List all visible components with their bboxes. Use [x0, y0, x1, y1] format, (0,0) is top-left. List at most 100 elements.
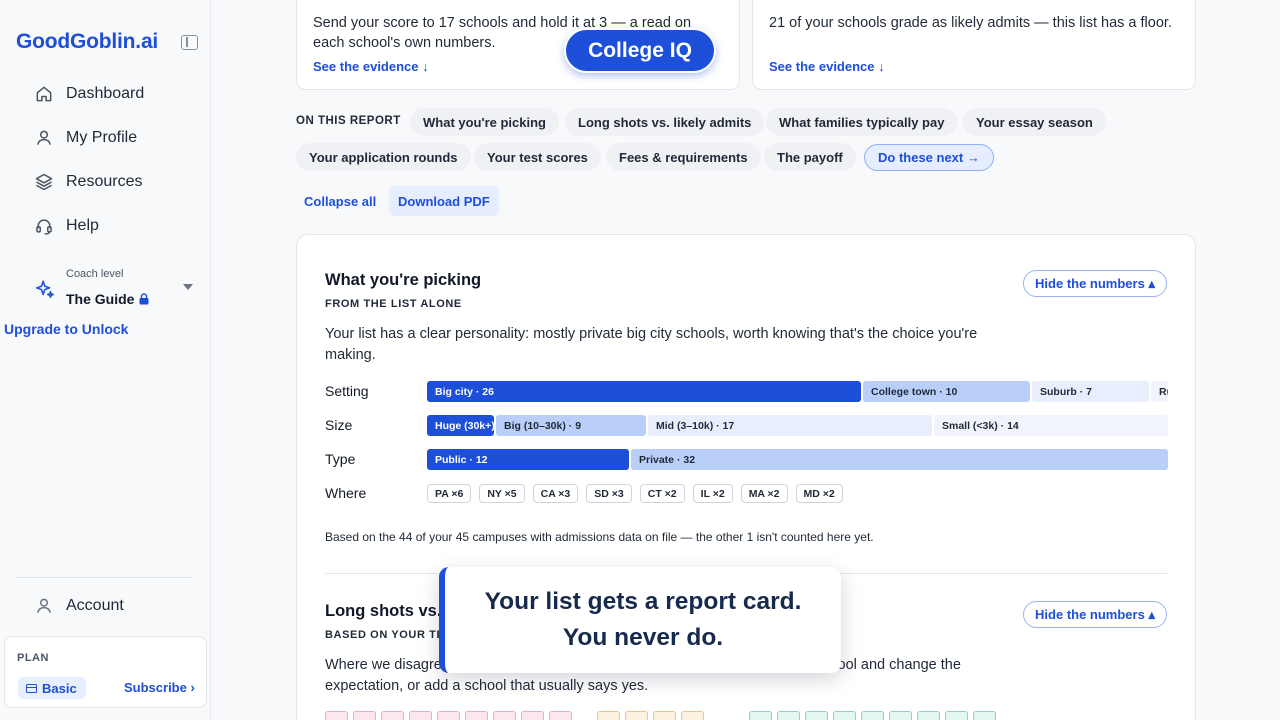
school-marker: [625, 711, 648, 720]
school-marker: [465, 711, 488, 720]
report-chip[interactable]: The payoff: [764, 143, 856, 171]
bar-segment: Public · 12: [427, 449, 629, 470]
school-marker: [597, 711, 620, 720]
row-label-where: Where: [325, 485, 367, 501]
state-tag: CT ×2: [639, 484, 685, 503]
bar-segment: College town · 10: [863, 381, 1030, 402]
plan-tier-label: Basic: [42, 680, 77, 696]
home-icon: [36, 86, 52, 102]
sidebar-toggle-icon[interactable]: [181, 35, 198, 50]
promo-overlay-card: Your list gets a report card. You never …: [439, 567, 841, 673]
upgrade-link[interactable]: Upgrade to Unlock: [4, 321, 128, 337]
bar-segment: Small (<3k) · 14: [934, 415, 1168, 436]
section-subtitle: FROM THE LIST ALONE: [325, 298, 462, 310]
row-label-size: Size: [325, 417, 353, 433]
school-marker: [325, 711, 348, 720]
hide-numbers-button[interactable]: Hide the numbers ▴: [1023, 270, 1167, 297]
school-marker: [805, 711, 828, 720]
coach-level-selector[interactable]: Coach level The Guide: [34, 266, 199, 312]
bar-segment: Suburb · 7: [1032, 381, 1149, 402]
school-marker: [493, 711, 516, 720]
plan-card: PLAN Basic Subscribe ›: [4, 636, 207, 708]
chevron-down-icon: [183, 284, 193, 290]
report-chip[interactable]: What families typically pay: [766, 108, 958, 136]
size-bar: Huge (30k+) · 4Big (10–30k) · 9Mid (3–10…: [427, 415, 1168, 436]
state-tag: CA ×3: [532, 484, 579, 503]
school-marker: [777, 711, 800, 720]
section-lead: Your list has a clear personality: mostl…: [325, 326, 978, 363]
sidebar-item-resources[interactable]: Resources: [34, 169, 142, 195]
user-icon: [37, 130, 51, 145]
do-these-next-chip[interactable]: Do these next →: [864, 144, 994, 171]
see-evidence-link[interactable]: See the evidence ↓: [769, 59, 885, 74]
sidebar-item-account[interactable]: Account: [34, 593, 124, 619]
report-chip[interactable]: What you're picking: [410, 108, 559, 136]
state-tag: PA ×6: [427, 484, 472, 503]
plan-tier-badge: Basic: [18, 677, 86, 699]
state-tag: MA ×2: [740, 484, 788, 503]
state-tag: IL ×2: [692, 484, 733, 503]
school-marker: [549, 711, 572, 720]
summary-text: 21 of your schools grade as likely admit…: [769, 15, 1172, 31]
report-chip[interactable]: Your essay season: [963, 108, 1106, 136]
plan-label: PLAN: [17, 652, 49, 664]
download-pdf-button[interactable]: Download PDF: [389, 186, 499, 216]
bar-segment: Huge (30k+) · 4: [427, 415, 494, 436]
see-evidence-link[interactable]: See the evidence ↓: [313, 59, 429, 74]
sparkle-icon: [35, 280, 55, 299]
school-marker: [409, 711, 432, 720]
school-marker: [889, 711, 912, 720]
data-coverage-note: Based on the 44 of your 45 campuses with…: [325, 530, 874, 544]
sidebar-item-label: My Profile: [66, 129, 138, 146]
hide-numbers-button[interactable]: Hide the numbers ▴: [1023, 601, 1167, 628]
sidebar-item-dashboard[interactable]: Dashboard: [34, 81, 144, 107]
school-marker: [973, 711, 996, 720]
report-chip[interactable]: Long shots vs. likely admits: [565, 108, 765, 136]
report-chip[interactable]: Fees & requirements: [606, 143, 761, 171]
school-marker: [381, 711, 404, 720]
subscribe-link[interactable]: Subscribe ›: [124, 680, 195, 695]
school-marker: [861, 711, 884, 720]
coach-level-value: The Guide: [66, 291, 149, 307]
state-tag: SD ×3: [586, 484, 632, 503]
overlay-line-2: You never do.: [562, 624, 724, 651]
row-label-setting: Setting: [325, 383, 369, 399]
bar-segment: Mid (3–10k) · 17: [648, 415, 932, 436]
school-marker: [353, 711, 376, 720]
report-chip[interactable]: Your application rounds: [296, 143, 471, 171]
sidebar-item-help[interactable]: Help: [34, 213, 99, 239]
summary-card-admits: 21 of your schools grade as likely admit…: [752, 0, 1196, 90]
bar-segment: Big city · 26: [427, 381, 861, 402]
overlay-line-1: Your list gets a report card.: [484, 588, 802, 615]
school-marker: [945, 711, 968, 720]
app-logo[interactable]: GoodGoblin.ai: [16, 30, 158, 54]
target-boxes: [597, 711, 704, 720]
section-title: What you're picking: [325, 271, 482, 289]
bar-segment: Rural · 1: [1151, 381, 1168, 402]
headset-icon: [36, 219, 52, 235]
user-icon: [37, 598, 51, 613]
coach-level-name: The Guide: [66, 291, 135, 307]
college-iq-badge: College IQ: [564, 28, 716, 73]
state-tag: MD ×2: [795, 484, 843, 503]
report-chip[interactable]: Your test scores: [474, 143, 601, 171]
school-marker: [521, 711, 544, 720]
sidebar-item-label: Resources: [66, 173, 143, 190]
bar-segment: Big (10–30k) · 9: [496, 415, 646, 436]
setting-bar: Big city · 26 College town · 10 Suburb · 7…: [427, 381, 1168, 402]
bar-segment: Private · 32: [631, 449, 1168, 470]
sidebar-item-label: Help: [66, 217, 99, 234]
section-subtitle: BASED ON YOUR TES: [325, 629, 453, 641]
type-bar: Public · 12 Private · 32: [427, 449, 1168, 470]
credit-card-icon: [26, 683, 37, 693]
state-tag: NY ×5: [479, 484, 525, 503]
likely-admit-boxes: [749, 711, 996, 720]
row-label-type: Type: [325, 451, 356, 467]
school-marker: [749, 711, 772, 720]
collapse-all-button[interactable]: Collapse all: [295, 186, 385, 216]
school-marker: [681, 711, 704, 720]
sidebar-item-my-profile[interactable]: My Profile: [34, 125, 137, 151]
on-this-report-label: ON THIS REPORT: [296, 115, 401, 127]
state-tags: PA ×6 NY ×5 CA ×3 SD ×3 CT ×2 IL ×2 MA ×…: [427, 484, 843, 503]
school-marker: [437, 711, 460, 720]
